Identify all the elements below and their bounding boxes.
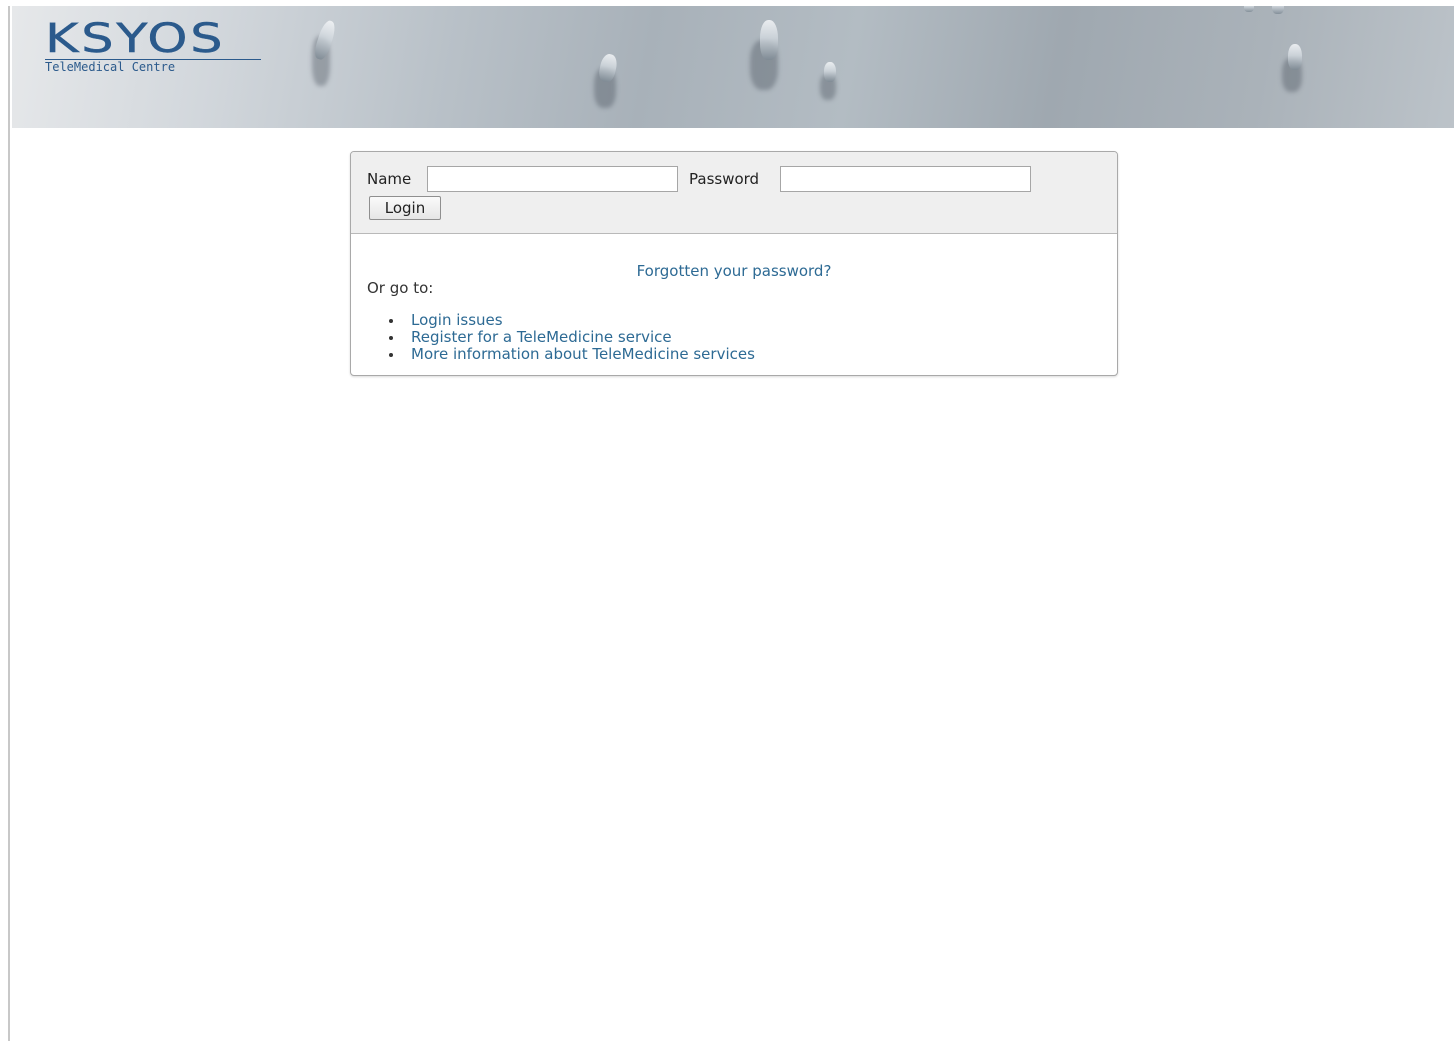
page: KSYOS TeleMedical Centre Name Password L… <box>8 6 1454 1041</box>
bullet-icon <box>389 336 393 340</box>
link-label[interactable]: More information about TeleMedicine serv… <box>411 345 755 363</box>
header-banner: KSYOS TeleMedical Centre <box>12 6 1454 128</box>
logo-wordmark: KSYOS <box>45 16 226 62</box>
name-label: Name <box>367 170 412 188</box>
link-login-issues[interactable]: Login issues <box>367 312 755 329</box>
login-form: Name Password Login <box>351 152 1117 234</box>
bullet-icon <box>389 353 393 357</box>
link-register-service[interactable]: Register for a TeleMedicine service <box>367 329 755 346</box>
login-button[interactable]: Login <box>369 196 441 220</box>
link-list: Login issues Register for a TeleMedicine… <box>367 312 755 363</box>
password-label: Password <box>689 170 760 188</box>
links-area: Forgotten your password? Or go to: Login… <box>351 234 1117 375</box>
bullet-icon <box>389 319 393 323</box>
link-more-information[interactable]: More information about TeleMedicine serv… <box>367 346 755 363</box>
name-input[interactable] <box>427 166 678 192</box>
login-panel: Name Password Login Forgotten your passw… <box>350 151 1118 376</box>
forgot-password-link[interactable]: Forgotten your password? <box>351 262 1117 280</box>
link-label[interactable]: Register for a TeleMedicine service <box>411 328 672 346</box>
password-input[interactable] <box>780 166 1031 192</box>
link-label[interactable]: Login issues <box>411 311 503 329</box>
logo-subtitle: TeleMedical Centre <box>45 60 176 74</box>
ksyos-logo: KSYOS TeleMedical Centre <box>45 19 267 74</box>
goto-label: Or go to: <box>367 279 434 297</box>
